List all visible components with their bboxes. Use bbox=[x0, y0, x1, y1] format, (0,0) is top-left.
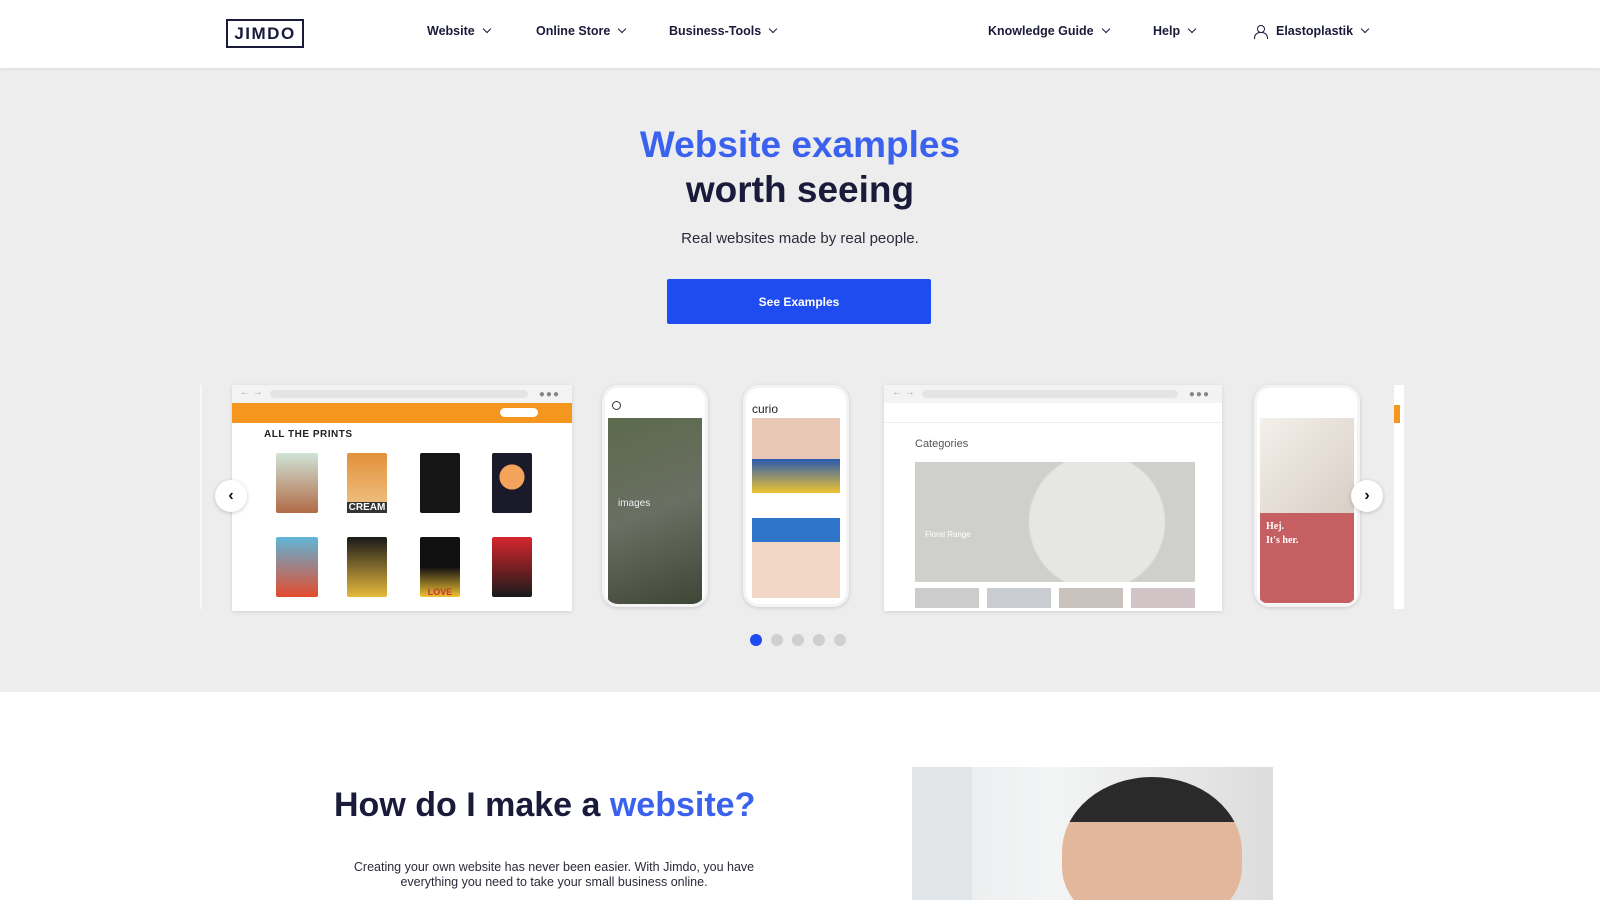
window-frame bbox=[912, 767, 972, 900]
browser-url-bar bbox=[270, 390, 528, 398]
carousel-dot-1[interactable] bbox=[750, 634, 762, 646]
carousel-pagination bbox=[750, 634, 846, 646]
floral-range-photo: Floral Range bbox=[915, 462, 1195, 582]
hej-title: Hej. bbox=[1266, 521, 1285, 532]
browser-bar: ← → ●●● bbox=[884, 385, 1222, 403]
hej-subtitle: It's her. bbox=[1266, 535, 1299, 546]
prints-heading: ALL THE PRINTS bbox=[264, 429, 353, 440]
chevron-down-icon bbox=[618, 24, 627, 34]
hero-subtitle: Real websites made by real people. bbox=[681, 230, 919, 247]
carousel-dot-2[interactable] bbox=[771, 634, 783, 646]
categories-site-nav bbox=[884, 403, 1222, 423]
nav-account-label: Elastoplastik bbox=[1276, 24, 1354, 38]
browser-arrows-icon: ← → bbox=[892, 387, 915, 398]
nav-account[interactable]: Elastoplastik bbox=[1254, 24, 1370, 39]
chevron-right-icon: › bbox=[1364, 487, 1370, 504]
partial-orange-bar bbox=[1394, 405, 1400, 423]
nav-help-label: Help bbox=[1153, 24, 1181, 38]
floral-range-label: Floral Range bbox=[925, 530, 971, 539]
forest-photo: images bbox=[608, 418, 702, 604]
category-thumb bbox=[1131, 588, 1195, 608]
nav-website[interactable]: Website bbox=[427, 24, 491, 38]
carousel-prev-button[interactable]: ‹ bbox=[215, 480, 247, 512]
section-title: How do I make a website? bbox=[334, 786, 755, 825]
chevron-down-icon bbox=[1101, 24, 1110, 34]
nav-online-store[interactable]: Online Store bbox=[536, 24, 627, 38]
hej-photo bbox=[1260, 418, 1354, 513]
prints-header-button bbox=[500, 408, 538, 417]
browser-bar: ← → ●●● bbox=[232, 385, 572, 403]
hej-panel: Hej. It's her. bbox=[1260, 513, 1354, 603]
carousel-dot-5[interactable] bbox=[834, 634, 846, 646]
slide-prints[interactable]: ← → ●●● ALL THE PRINTS CREAM LOVE bbox=[232, 385, 572, 611]
prints-header-bar bbox=[232, 403, 572, 423]
slide-hej[interactable]: Hej. It's her. bbox=[1254, 385, 1360, 607]
poster-thumb bbox=[420, 453, 460, 513]
curio-photo-1 bbox=[752, 418, 840, 493]
browser-arrows-icon: ← → bbox=[240, 387, 263, 398]
carousel-dot-3[interactable] bbox=[792, 634, 804, 646]
category-thumb bbox=[1059, 588, 1123, 608]
carousel-partial-slide-left bbox=[200, 385, 202, 609]
chevron-down-icon bbox=[1187, 24, 1197, 34]
phone-overlay-text: images bbox=[618, 498, 651, 509]
browser-url-bar bbox=[922, 390, 1178, 398]
more-dots-icon: ●●● bbox=[538, 389, 560, 400]
more-dots-icon: ●●● bbox=[1188, 389, 1210, 400]
chevron-down-icon bbox=[482, 24, 491, 34]
nav-business-tools[interactable]: Business-Tools bbox=[669, 24, 778, 38]
curio-photo-2 bbox=[752, 518, 840, 598]
see-examples-button[interactable]: See Examples bbox=[667, 279, 931, 324]
category-thumb bbox=[915, 588, 979, 608]
chevron-down-icon bbox=[1360, 24, 1370, 34]
hero-title-line2: worth seeing bbox=[685, 169, 915, 210]
poster-thumb bbox=[276, 537, 318, 597]
person-figure bbox=[1062, 777, 1242, 900]
user-icon bbox=[1254, 24, 1268, 39]
section-title-part1: How do I make a bbox=[334, 786, 601, 824]
circle-logo-icon bbox=[612, 401, 621, 410]
poster-thumb: LOVE bbox=[420, 537, 460, 597]
poster-text: LOVE bbox=[427, 587, 453, 597]
nav-knowledge-guide-label: Knowledge Guide bbox=[988, 24, 1094, 38]
slide-categories[interactable]: ← → ●●● Categories Floral Range bbox=[884, 385, 1222, 611]
section-title-highlight: website? bbox=[609, 786, 756, 824]
nav-online-store-label: Online Store bbox=[536, 24, 611, 38]
nav-help[interactable]: Help bbox=[1153, 24, 1197, 38]
slide-phone-images[interactable]: images bbox=[602, 385, 708, 607]
curio-logo: curio bbox=[752, 402, 779, 416]
top-navigation: JIMDO Website Online Store Business-Tool… bbox=[0, 0, 1600, 68]
nav-website-label: Website bbox=[427, 24, 475, 38]
poster-thumb bbox=[492, 453, 532, 513]
poster-text: CREAM bbox=[346, 502, 388, 513]
nav-knowledge-guide[interactable]: Knowledge Guide bbox=[988, 24, 1110, 38]
carousel-dot-4[interactable] bbox=[813, 634, 825, 646]
woman-photo bbox=[912, 767, 1273, 900]
carousel-partial-slide-right bbox=[1394, 385, 1404, 609]
jimdo-logo[interactable]: JIMDO bbox=[226, 19, 304, 48]
chevron-left-icon: ‹ bbox=[228, 487, 234, 504]
nav-business-tools-label: Business-Tools bbox=[669, 24, 762, 38]
poster-thumb bbox=[276, 453, 318, 513]
carousel-next-button[interactable]: › bbox=[1351, 480, 1383, 512]
poster-thumb: CREAM bbox=[346, 453, 388, 513]
phone-header bbox=[605, 388, 705, 418]
poster-thumb bbox=[492, 537, 532, 597]
hero-title-line1: Website examples bbox=[639, 124, 961, 165]
examples-carousel: ← → ●●● ALL THE PRINTS CREAM LOVE images … bbox=[200, 385, 1404, 613]
slide-curio[interactable]: curio bbox=[743, 385, 849, 607]
categories-heading: Categories bbox=[915, 438, 969, 450]
section-paragraph: Creating your own website has never been… bbox=[353, 860, 755, 889]
poster-thumb bbox=[347, 537, 387, 597]
category-thumb bbox=[987, 588, 1051, 608]
chevron-down-icon bbox=[768, 24, 778, 34]
